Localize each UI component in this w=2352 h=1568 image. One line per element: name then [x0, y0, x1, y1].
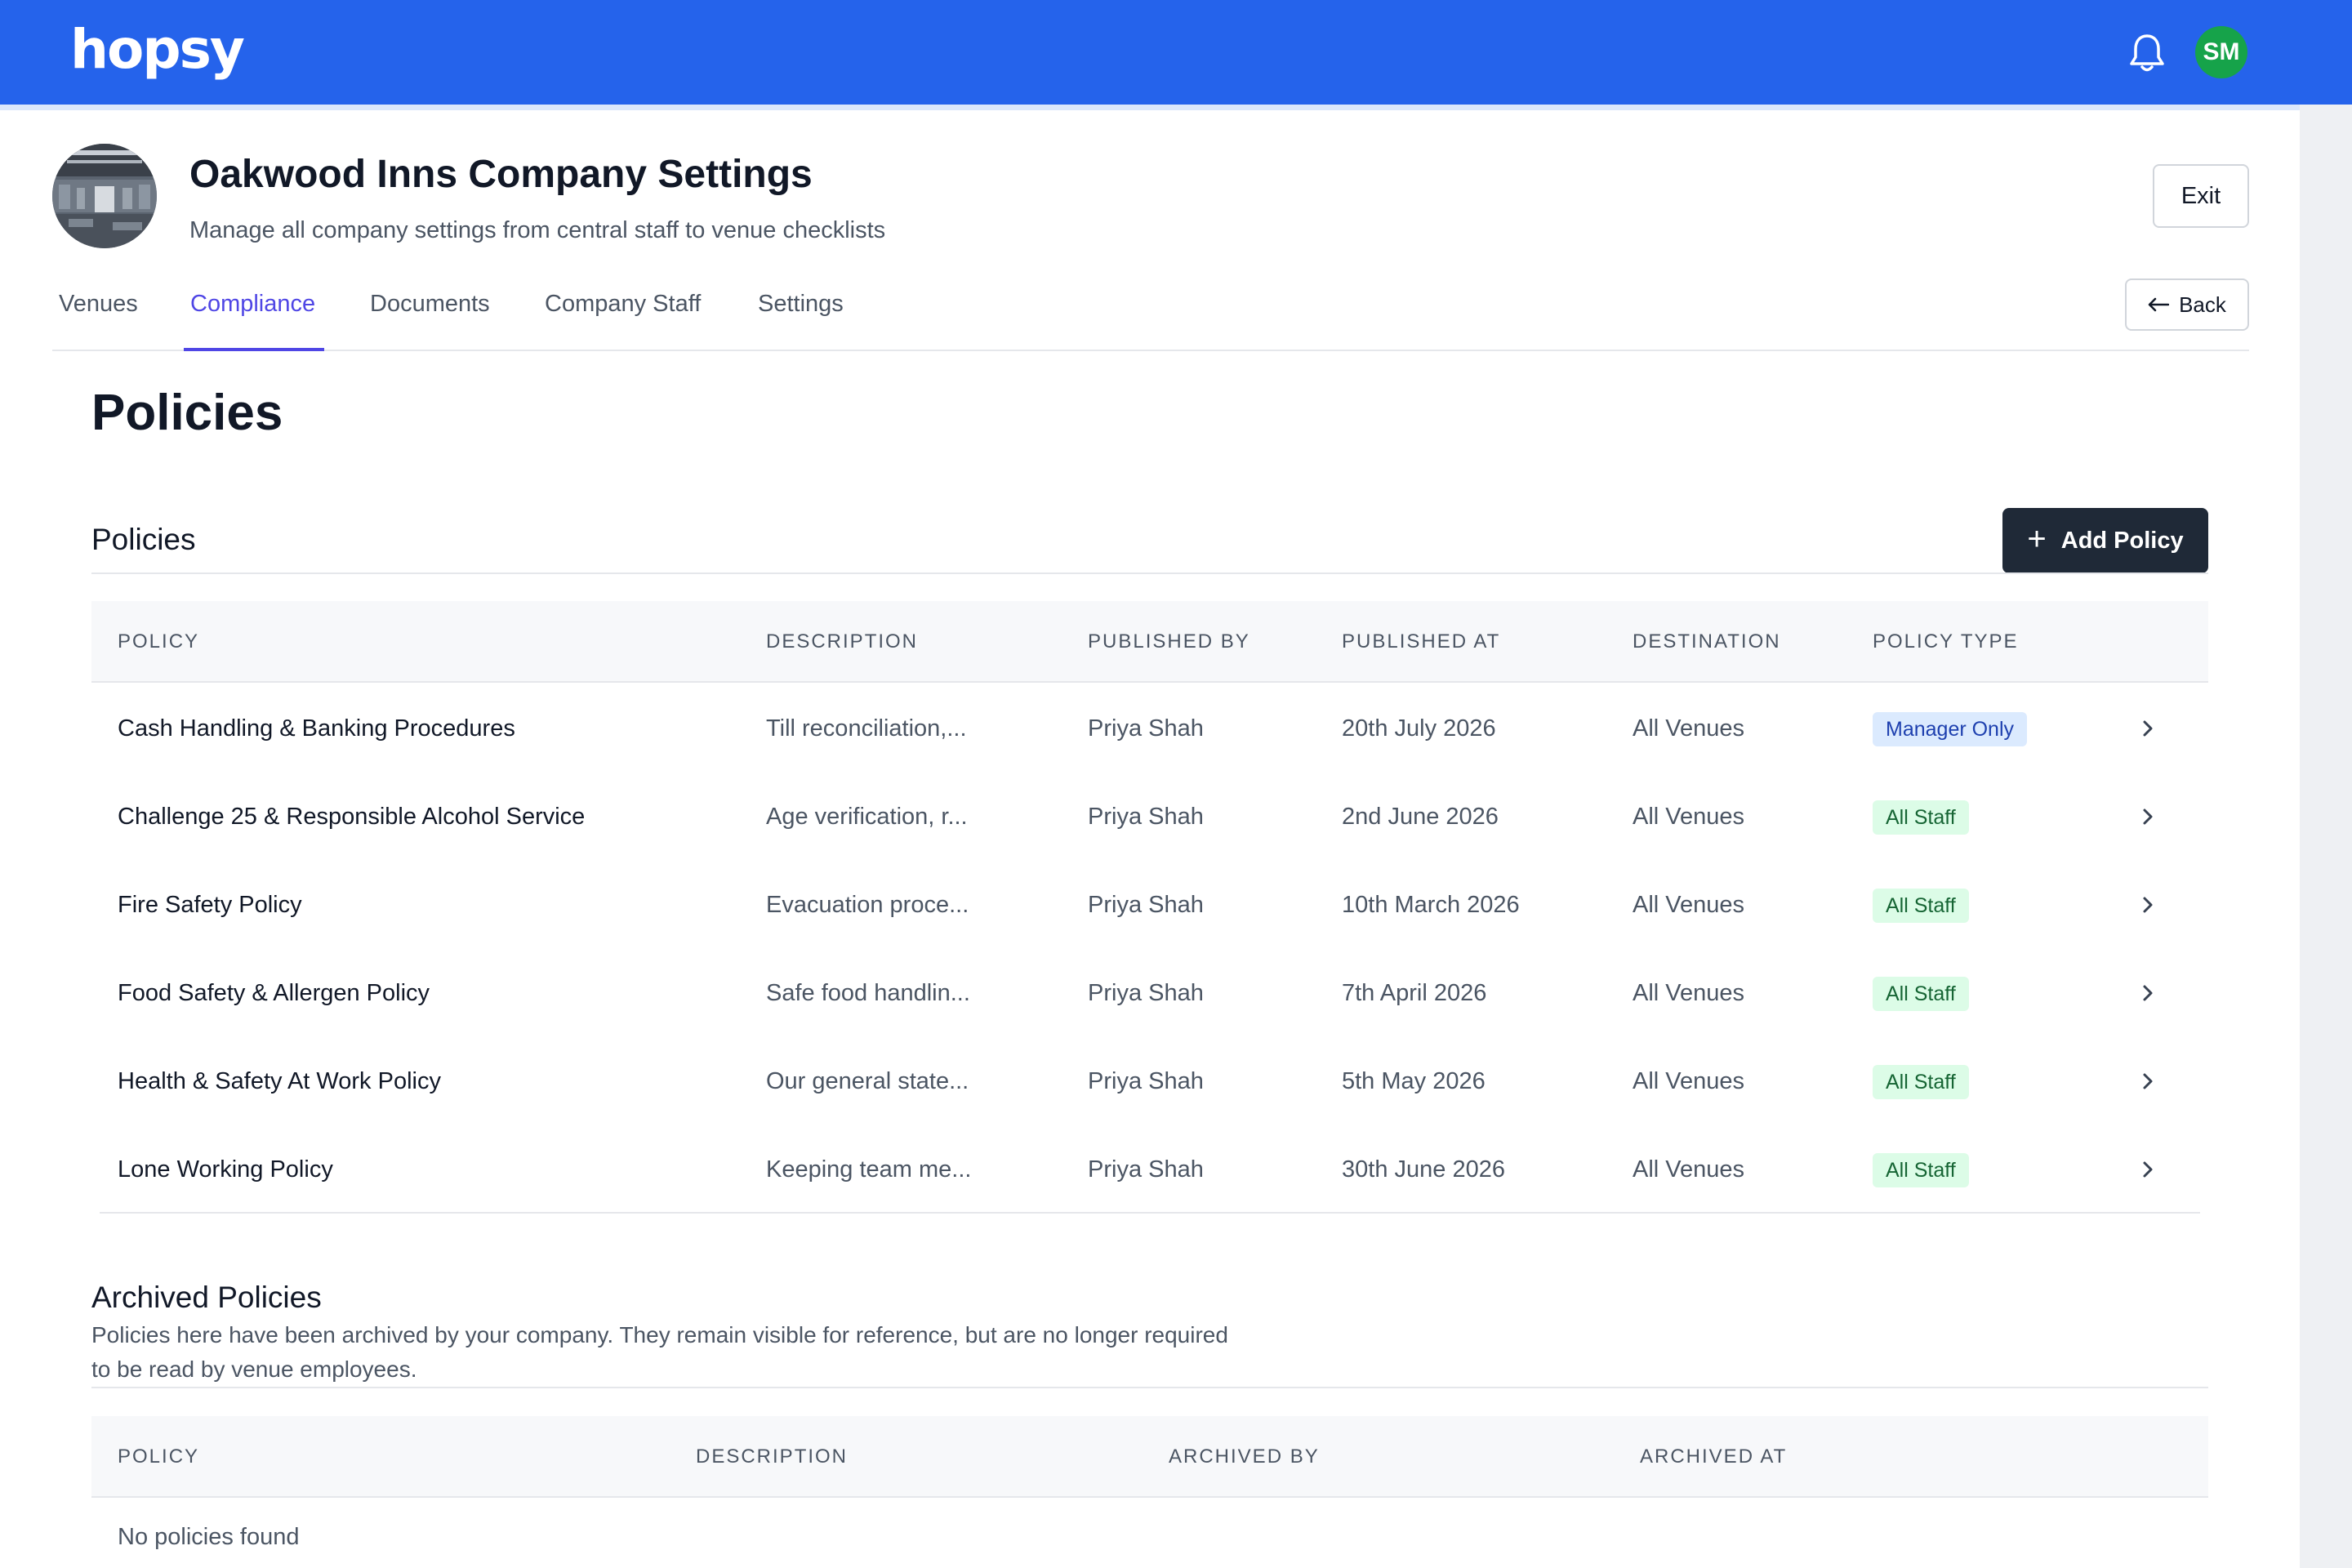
published-at: 7th April 2026: [1342, 980, 1487, 1006]
policy-name: Cash Handling & Banking Procedures: [118, 715, 515, 742]
policy-description: Age verification, r...: [766, 804, 968, 830]
destination: All Venues: [1633, 1156, 1745, 1183]
policy-type-badge: All Staff: [1873, 889, 1969, 923]
destination: All Venues: [1633, 892, 1745, 918]
table-row[interactable]: Fire Safety Policy Evacuation proce... Pri…: [91, 861, 2208, 949]
table-row[interactable]: Challenge 25 & Responsible Alcohol Servi…: [91, 773, 2208, 861]
column-header-description[interactable]: DESCRIPTION: [766, 601, 918, 683]
app-logo[interactable]: hopsy: [70, 18, 245, 81]
back-button[interactable]: Back: [2125, 278, 2249, 331]
published-at: 30th June 2026: [1342, 1156, 1505, 1183]
back-button-label: Back: [2179, 292, 2226, 317]
chevron-right-icon[interactable]: [2135, 892, 2161, 918]
policy-description: Keeping team me...: [766, 1156, 972, 1183]
archived-divider: [91, 1387, 2208, 1388]
column-header-archived-at[interactable]: ARCHIVED AT: [1640, 1416, 1787, 1498]
policy-description: Till reconciliation,...: [766, 715, 967, 742]
policy-description: Evacuation proce...: [766, 892, 969, 918]
table-row[interactable]: Cash Handling & Banking Procedures Till r…: [91, 684, 2208, 773]
page-title: Oakwood Inns Company Settings: [189, 153, 813, 196]
published-by: Priya Shah: [1088, 715, 1204, 742]
policies-section-title: Policies: [91, 523, 196, 556]
exit-button[interactable]: Exit: [2153, 164, 2249, 228]
published-at: 20th July 2026: [1342, 715, 1496, 742]
published-at: 2nd June 2026: [1342, 804, 1499, 830]
published-by: Priya Shah: [1088, 980, 1204, 1006]
destination: All Venues: [1633, 715, 1745, 742]
column-header-published-by[interactable]: PUBLISHED BY: [1088, 601, 1250, 683]
column-header-policy[interactable]: POLICY: [118, 601, 199, 683]
policy-name: Challenge 25 & Responsible Alcohol Servi…: [118, 804, 586, 830]
column-header-destination[interactable]: DESTINATION: [1633, 601, 1781, 683]
add-policy-label: Add Policy: [2060, 527, 2184, 554]
published-by: Priya Shah: [1088, 892, 1204, 918]
policy-name: Food Safety & Allergen Policy: [118, 980, 430, 1006]
table-row[interactable]: Health & Safety At Work Policy Our genera…: [91, 1037, 2208, 1125]
published-by: Priya Shah: [1088, 1068, 1204, 1094]
scrollbar-gutter: [2300, 105, 2352, 1568]
user-avatar[interactable]: SM: [2195, 26, 2247, 78]
chevron-right-icon[interactable]: [2135, 715, 2161, 742]
policy-type-badge: Manager Only: [1873, 712, 2028, 746]
plus-icon: +: [2027, 521, 2047, 557]
section-heading: Policies: [91, 385, 283, 441]
company-avatar: [52, 144, 157, 248]
policy-description: Safe food handlin...: [766, 980, 970, 1006]
destination: All Venues: [1633, 980, 1745, 1006]
column-header-policy-type[interactable]: POLICY TYPE: [1873, 601, 2019, 683]
archived-table-header: POLICY DESCRIPTION ARCHIVED BY ARCHIVED …: [91, 1416, 2208, 1498]
tab-compliance[interactable]: Compliance: [190, 283, 315, 351]
destination: All Venues: [1633, 804, 1745, 830]
policy-type-badge: All Staff: [1873, 800, 1969, 835]
policies-table-header: POLICY DESCRIPTION PUBLISHED BY PUBLISHE…: [91, 601, 2208, 683]
tab-settings[interactable]: Settings: [758, 283, 844, 351]
column-header-archived-by[interactable]: ARCHIVED BY: [1169, 1416, 1320, 1498]
empty-state-text: No policies found: [118, 1524, 300, 1550]
bell-icon[interactable]: [2128, 31, 2166, 74]
policy-type-badge: All Staff: [1873, 977, 1969, 1011]
destination: All Venues: [1633, 1068, 1745, 1094]
tab-venues[interactable]: Venues: [59, 283, 138, 351]
policy-name: Health & Safety At Work Policy: [118, 1068, 441, 1094]
active-tab-indicator: [184, 348, 324, 351]
top-bar-shadow: [0, 105, 2352, 110]
arrow-left-icon: [2148, 292, 2170, 318]
tab-documents[interactable]: Documents: [370, 283, 490, 351]
chevron-right-icon[interactable]: [2135, 980, 2161, 1006]
column-header-description[interactable]: DESCRIPTION: [696, 1416, 848, 1498]
policy-type-badge: All Staff: [1873, 1153, 1969, 1187]
table-row[interactable]: Food Safety & Allergen Policy Safe food h…: [91, 949, 2208, 1037]
published-at: 5th May 2026: [1342, 1068, 1486, 1094]
archived-section-description: Policies here have been archived by your…: [91, 1322, 1228, 1382]
top-bar: [0, 0, 2352, 105]
add-policy-button[interactable]: + Add Policy: [2002, 508, 2208, 573]
table-row[interactable]: Lone Working Policy Keeping team me... Pri…: [91, 1125, 2208, 1214]
tabs-divider: [52, 350, 2249, 351]
published-by: Priya Shah: [1088, 804, 1204, 830]
policy-description: Our general state...: [766, 1068, 969, 1094]
tab-company-staff[interactable]: Company Staff: [545, 283, 701, 351]
archived-section-title: Archived Policies: [91, 1281, 322, 1314]
table-bottom-divider: [100, 1212, 2200, 1214]
published-at: 10th March 2026: [1342, 892, 1520, 918]
column-header-published-at[interactable]: PUBLISHED AT: [1342, 601, 1500, 683]
chevron-right-icon[interactable]: [2135, 1156, 2161, 1183]
policy-type-badge: All Staff: [1873, 1065, 1969, 1099]
chevron-right-icon[interactable]: [2135, 1068, 2161, 1094]
section-divider: [91, 572, 2208, 574]
policy-name: Lone Working Policy: [118, 1156, 333, 1183]
policy-name: Fire Safety Policy: [118, 892, 302, 918]
published-by: Priya Shah: [1088, 1156, 1204, 1183]
column-header-policy[interactable]: POLICY: [118, 1416, 199, 1498]
chevron-right-icon[interactable]: [2135, 804, 2161, 830]
page-subtitle: Manage all company settings from central…: [189, 217, 886, 243]
